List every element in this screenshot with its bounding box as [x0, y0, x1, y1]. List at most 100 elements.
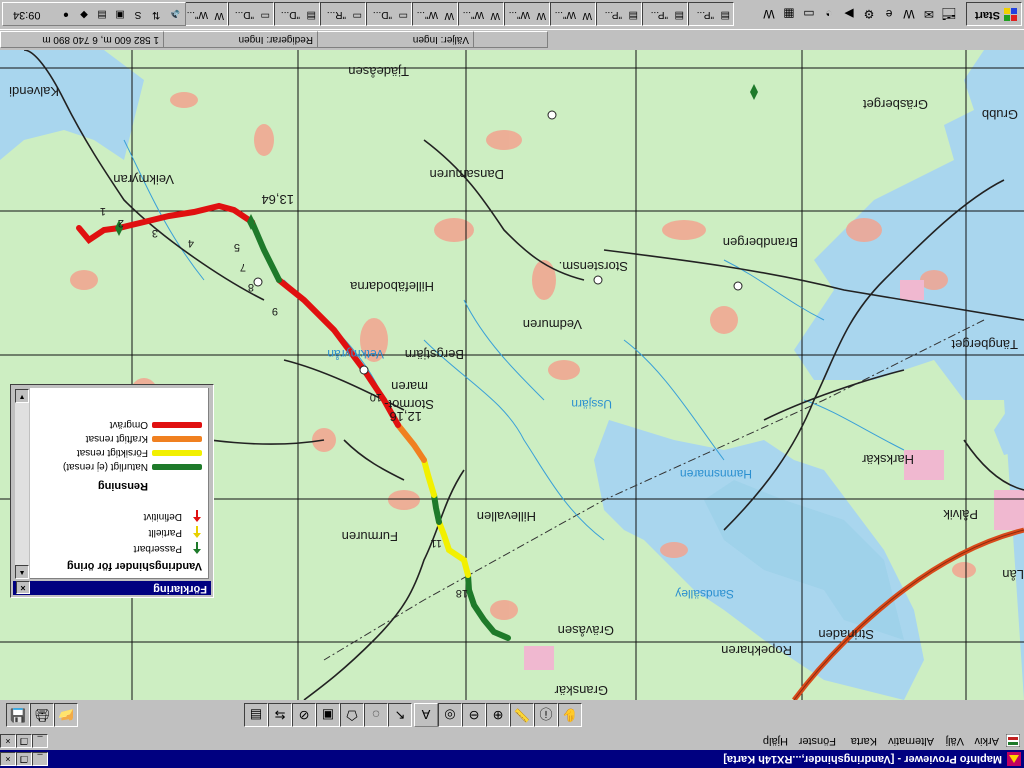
folder-icon: ▭: [352, 10, 362, 21]
chat-icon[interactable]: ◆: [77, 7, 91, 21]
place-ropekharen: Ropekharen: [721, 643, 792, 658]
map-window[interactable]: Kalvendi Tjädeåsen Veikmyran Dansamuren …: [0, 50, 1024, 700]
radius-select-tool[interactable]: ◌: [364, 703, 388, 727]
place-palvik: Pålvik: [943, 507, 978, 522]
zoom-in-tool[interactable]: ⊕: [486, 703, 510, 727]
task-label: W"...: [416, 9, 438, 20]
app-tray-icon[interactable]: ▤: [95, 7, 109, 21]
clock-app-icon[interactable]: ◔: [820, 5, 838, 23]
task-button[interactable]: ▤ "P...: [688, 2, 734, 26]
window-title: MapInfo Proviewer - [Vandringshinder,...…: [723, 753, 1002, 765]
legend-body: Vandringshinder för öring Passerbart Par…: [30, 388, 209, 579]
document-icon: ▤: [720, 10, 730, 21]
place-maren: maren: [391, 379, 428, 394]
legend-title: Förklaring: [153, 583, 207, 595]
task-label: "D...: [234, 9, 254, 20]
word-doc-icon: W: [582, 10, 592, 21]
route-marker: 4: [188, 237, 194, 249]
grabber-tool[interactable]: ✋: [558, 703, 582, 727]
screen: MapInfo Proviewer - [Vandringshinder,...…: [0, 0, 1024, 768]
folder-icon: ▭: [398, 10, 408, 21]
menu-valj[interactable]: Välj: [946, 735, 964, 747]
place-brandbergen: Brandbergen: [723, 235, 798, 250]
menu-fonster[interactable]: Fönster: [799, 735, 836, 747]
select-tool[interactable]: ↖: [388, 703, 412, 727]
route-marker: 8: [248, 281, 254, 293]
word-icon[interactable]: W: [900, 5, 918, 23]
doc-maximize-button[interactable]: ❐: [16, 734, 32, 748]
status-editing: Redigerar: Ingen: [162, 31, 318, 48]
legend-marker-label: Partiellt: [148, 527, 182, 538]
task-button[interactable]: ▭ "R...: [320, 2, 366, 26]
water-ussjarn: Ussjärn: [571, 397, 612, 411]
menu-hjalp[interactable]: Hjälp: [763, 735, 788, 747]
task-button[interactable]: ▭ "D...: [366, 2, 412, 26]
task-label: "D...: [372, 9, 392, 20]
misc-icon[interactable]: ⚙: [860, 5, 878, 23]
map-canvas[interactable]: Kalvendi Tjädeåsen Veikmyran Dansamuren …: [0, 50, 1024, 700]
legend-title-bar[interactable]: Förklaring ×: [13, 581, 211, 595]
speaker-icon[interactable]: 🔈: [167, 7, 181, 21]
obstacle-markers: [115, 84, 758, 236]
legend-line-label: Försiktigt rensat: [76, 447, 148, 458]
explorer-icon[interactable]: 🗂: [940, 5, 958, 23]
task-button[interactable]: ▭ "D...: [228, 2, 274, 26]
doc-close-button[interactable]: ×: [0, 734, 16, 748]
display-icon[interactable]: ▣: [113, 7, 127, 21]
folder-icon: ▭: [260, 10, 270, 21]
task-button[interactable]: W W"...: [182, 2, 228, 26]
zoom-out-tool[interactable]: ⊖: [462, 703, 486, 727]
task-button[interactable]: W W"...: [504, 2, 550, 26]
task-button[interactable]: ▤ "P...: [596, 2, 642, 26]
maximize-button[interactable]: ❐: [16, 752, 32, 766]
task-button[interactable]: W W"...: [550, 2, 596, 26]
close-button[interactable]: ×: [0, 752, 16, 766]
open-table-tool[interactable]: 📂: [54, 703, 78, 727]
document-icon: ▤: [674, 10, 684, 21]
ie-icon[interactable]: e: [880, 5, 898, 23]
mapinfo-app-icon[interactable]: [1007, 752, 1021, 766]
save-tool[interactable]: 💾: [6, 703, 30, 727]
scroll-up-button[interactable]: ▲: [15, 565, 29, 579]
label-tool[interactable]: A: [414, 703, 438, 727]
antivirus-icon[interactable]: ●: [59, 7, 73, 21]
ruler-tool[interactable]: 📏: [510, 703, 534, 727]
minimize-button[interactable]: _: [32, 752, 48, 766]
outlook-icon[interactable]: ✉: [920, 5, 938, 23]
media-icon[interactable]: ▶: [840, 5, 858, 23]
water-lake-upper-right: [0, 50, 144, 160]
task-label: "P...: [696, 9, 714, 20]
invert-select-tool[interactable]: ⇆: [268, 703, 292, 727]
folder-icon[interactable]: ▭: [800, 5, 818, 23]
task-button[interactable]: ▤ "D...: [274, 2, 320, 26]
legend-close-button[interactable]: ×: [16, 581, 30, 594]
task-button[interactable]: ▤ "P...: [642, 2, 688, 26]
legend-swatch: [152, 450, 202, 456]
doc-minimize-button[interactable]: _: [32, 734, 48, 748]
polygon-select-tool[interactable]: ⬠: [340, 703, 364, 727]
monitor-icon[interactable]: ▦: [780, 5, 798, 23]
boundary-select-tool[interactable]: ▣: [316, 703, 340, 727]
task-button[interactable]: W W"...: [458, 2, 504, 26]
graph-select-tool[interactable]: ▤: [244, 703, 268, 727]
menu-karta[interactable]: Karta: [851, 735, 877, 747]
change-view-tool[interactable]: ◎: [438, 703, 462, 727]
status-selecting: Väljer: Ingen: [316, 31, 474, 48]
language-icon[interactable]: S: [131, 7, 145, 21]
task-button[interactable]: W W"...: [412, 2, 458, 26]
word2-icon[interactable]: W: [760, 5, 778, 23]
start-button[interactable]: Start: [966, 2, 1022, 26]
menu-bar: Arkiv Välj Alternativ Karta Fönster Hjäl…: [0, 731, 1024, 750]
document-icon[interactable]: [1006, 734, 1020, 747]
unselect-tool[interactable]: ⊘: [292, 703, 316, 727]
place-tjadeasen: Tjädeåsen: [348, 64, 409, 79]
place-dansamuren: Dansamuren: [430, 167, 504, 182]
legend-scrollbar[interactable]: ▲ ▼: [15, 389, 29, 579]
scroll-down-button[interactable]: ▼: [15, 389, 29, 403]
info-tool[interactable]: ⓘ: [534, 703, 558, 727]
network-icon[interactable]: ⇅: [149, 7, 163, 21]
menu-arkiv[interactable]: Arkiv: [975, 735, 999, 747]
legend-window[interactable]: Förklaring × Vandringshinder för öring P…: [10, 384, 214, 598]
menu-alternativ[interactable]: Alternativ: [888, 735, 934, 747]
print-tool[interactable]: 🖨: [30, 703, 54, 727]
